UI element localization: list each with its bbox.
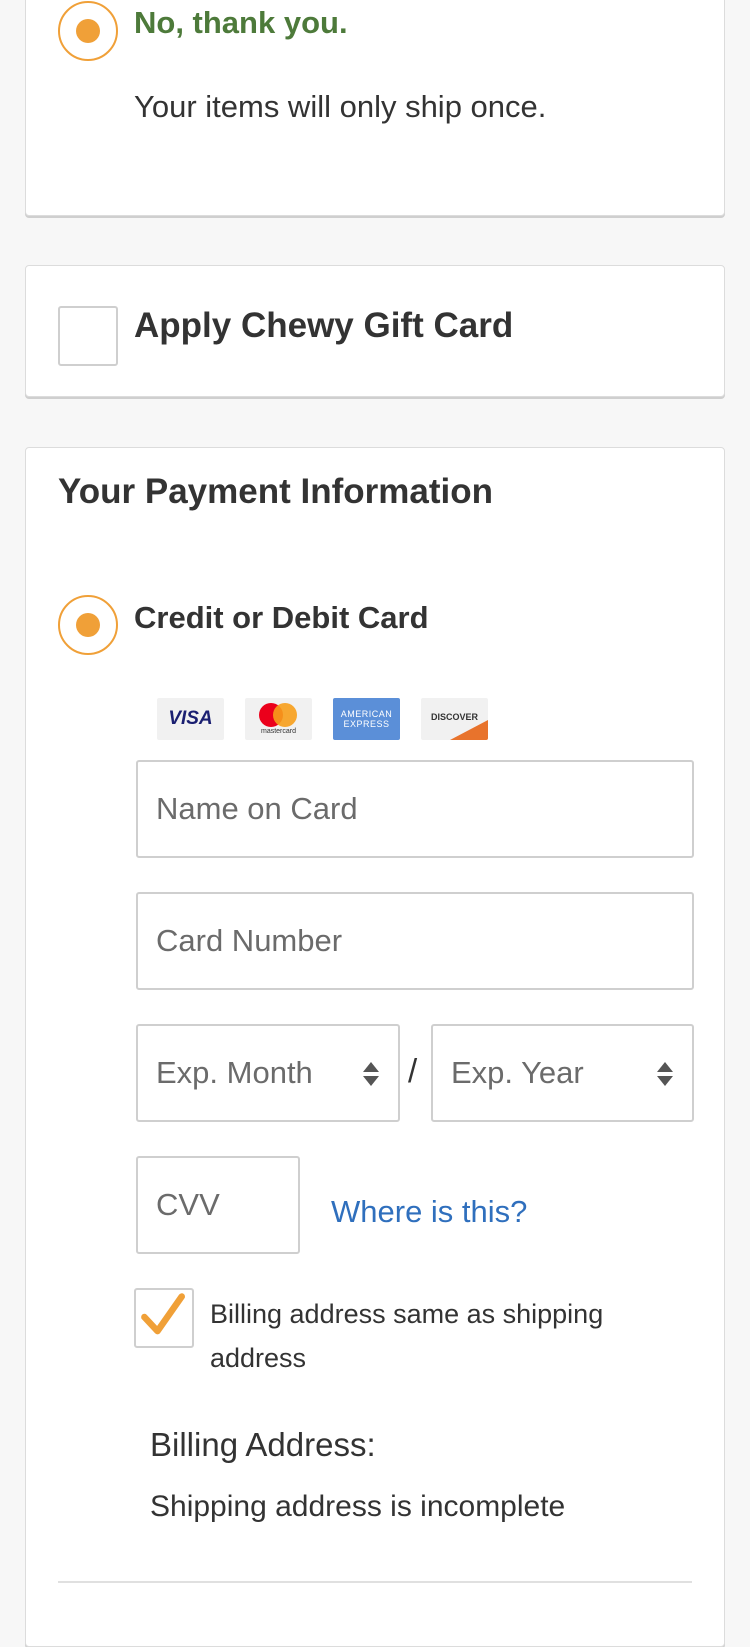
exp-month-select[interactable]: Exp. Month: [136, 1024, 400, 1122]
visa-logo: VISA: [157, 698, 224, 740]
gift-card-card: Apply Chewy Gift Card: [25, 265, 725, 397]
cvv-input[interactable]: [156, 1187, 298, 1223]
radio-selected-icon: [76, 613, 100, 637]
exp-month-value: Exp. Month: [156, 1055, 313, 1090]
radio-credit-card[interactable]: [58, 595, 118, 655]
cvv-help-link[interactable]: Where is this?: [331, 1194, 527, 1230]
select-arrows-icon: [657, 1062, 673, 1086]
radio-ship-once[interactable]: [58, 1, 118, 61]
name-on-card-field[interactable]: [136, 760, 694, 858]
billing-status: Shipping address is incomplete: [150, 1490, 566, 1523]
gift-card-checkbox[interactable]: [58, 306, 118, 366]
ship-option-title: No, thank you.: [134, 5, 348, 40]
exp-year-select[interactable]: Exp. Year: [431, 1024, 694, 1122]
gift-card-label[interactable]: Apply Chewy Gift Card: [134, 306, 513, 346]
billing-same-checkbox[interactable]: [134, 1288, 194, 1348]
discover-logo: DISCOVER: [421, 698, 488, 740]
card-number-field[interactable]: [136, 892, 694, 990]
exp-year-value: Exp. Year: [451, 1055, 584, 1090]
divider: [58, 1581, 692, 1583]
ship-option-description: Your items will only ship once.: [134, 89, 547, 124]
payment-heading: Your Payment Information: [58, 472, 493, 511]
cvv-field[interactable]: [136, 1156, 300, 1254]
radio-selected-icon: [76, 19, 100, 43]
checkmark-icon: [141, 1293, 186, 1335]
name-on-card-input[interactable]: [156, 791, 692, 827]
exp-separator: /: [408, 1052, 418, 1089]
select-arrows-icon: [363, 1062, 379, 1086]
ship-option-card: No, thank you. Your items will only ship…: [25, 0, 725, 216]
payment-method-label[interactable]: Credit or Debit Card: [134, 600, 429, 636]
billing-heading: Billing Address:: [150, 1426, 376, 1463]
mastercard-logo: mastercard: [245, 698, 312, 740]
amex-logo: AMERICAN EXPRESS: [333, 698, 400, 740]
billing-same-label[interactable]: Billing address same as shipping address: [210, 1292, 650, 1380]
card-number-input[interactable]: [156, 923, 692, 959]
